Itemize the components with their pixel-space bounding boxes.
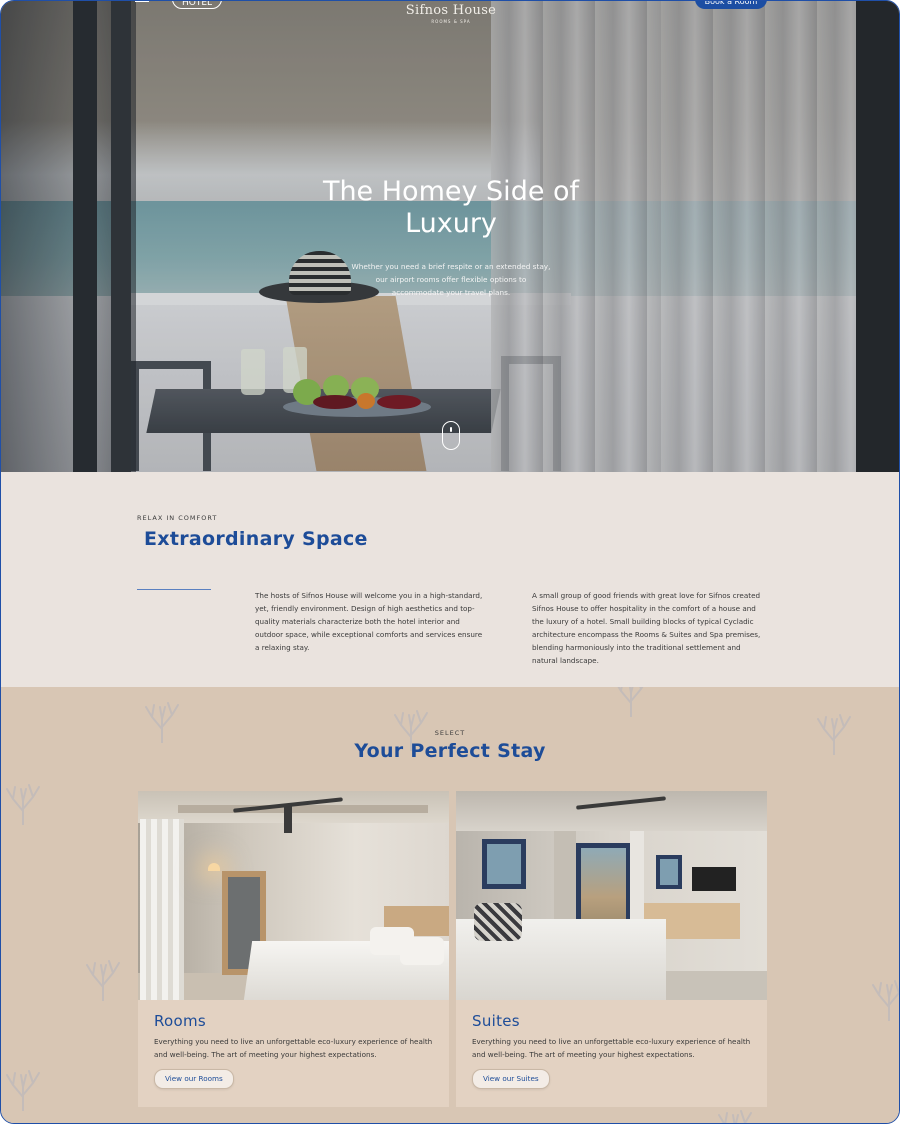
logo-name: Sifnos House [405,3,497,18]
coral-icon [617,687,644,717]
rooms-card: Rooms Everything you need to live an unf… [138,791,449,1107]
suites-photo-window [656,855,682,889]
intro-divider [137,589,211,590]
stays-title: Your Perfect Stay [354,740,546,762]
rooms-photo [138,791,449,1000]
page-frame: HOTEL Sifnos House ROOMS & SPA Book a Ro… [0,0,900,1124]
stays-section: SELECT Your Perfect Stay Rooms Everythin… [1,687,899,1123]
hero-section: HOTEL Sifnos House ROOMS & SPA Book a Ro… [1,1,899,472]
suites-photo [456,791,767,1000]
hotel-menu-button[interactable]: HOTEL [172,1,222,9]
view-rooms-button[interactable]: View our Rooms [154,1069,234,1089]
suites-photo-ceiling [456,791,767,831]
book-room-button[interactable]: Book a Room [695,1,767,9]
coral-icon [872,980,899,1021]
rooms-photo-beam [178,805,428,813]
site-logo[interactable]: Sifnos House ROOMS & SPA [381,3,521,24]
ceiling-fan-icon [284,805,292,833]
menu-icon[interactable] [135,1,149,5]
coral-icon [6,1070,40,1111]
rooms-card-description: Everything you need to live an unforgett… [154,1037,433,1059]
suites-card-description: Everything you need to live an unforgett… [472,1037,751,1059]
view-suites-button[interactable]: View our Suites [472,1069,550,1089]
rooms-card-body: Rooms Everything you need to live an unf… [154,1012,439,1089]
suites-card-body: Suites Everything you need to live an un… [472,1012,757,1089]
hero-subtitle: Whether you need a brief respite or an e… [351,262,551,297]
rooms-card-title: Rooms [154,1012,207,1030]
wall-lamp [208,863,220,871]
coral-icon [6,784,40,825]
suites-photo-tv [692,867,736,891]
coral-icon [718,1110,752,1123]
suites-card: Suites Everything you need to live an un… [456,791,767,1107]
rooms-photo-curtain [140,819,184,1000]
stays-kicker: SELECT [434,729,466,737]
suites-photo-window [482,839,526,889]
hero-title: The Homey Side of Luxury [322,176,580,239]
intro-paragraph: The hosts of Sifnos House will welcome y… [255,591,483,652]
intro-kicker: RELAX IN COMFORT [137,514,218,522]
coral-icon [86,960,120,1001]
suites-card-title: Suites [472,1012,520,1030]
intro-paragraph: A small group of good friends with great… [532,591,761,665]
logo-subtitle: ROOMS & SPA [431,19,471,24]
suites-photo-pillow [474,903,522,941]
scroll-down-icon[interactable] [442,421,460,450]
intro-title: Extraordinary Space [144,528,368,550]
rooms-photo-pillow [400,937,444,965]
intro-section: RELAX IN COMFORT Extraordinary Space The… [1,472,899,687]
